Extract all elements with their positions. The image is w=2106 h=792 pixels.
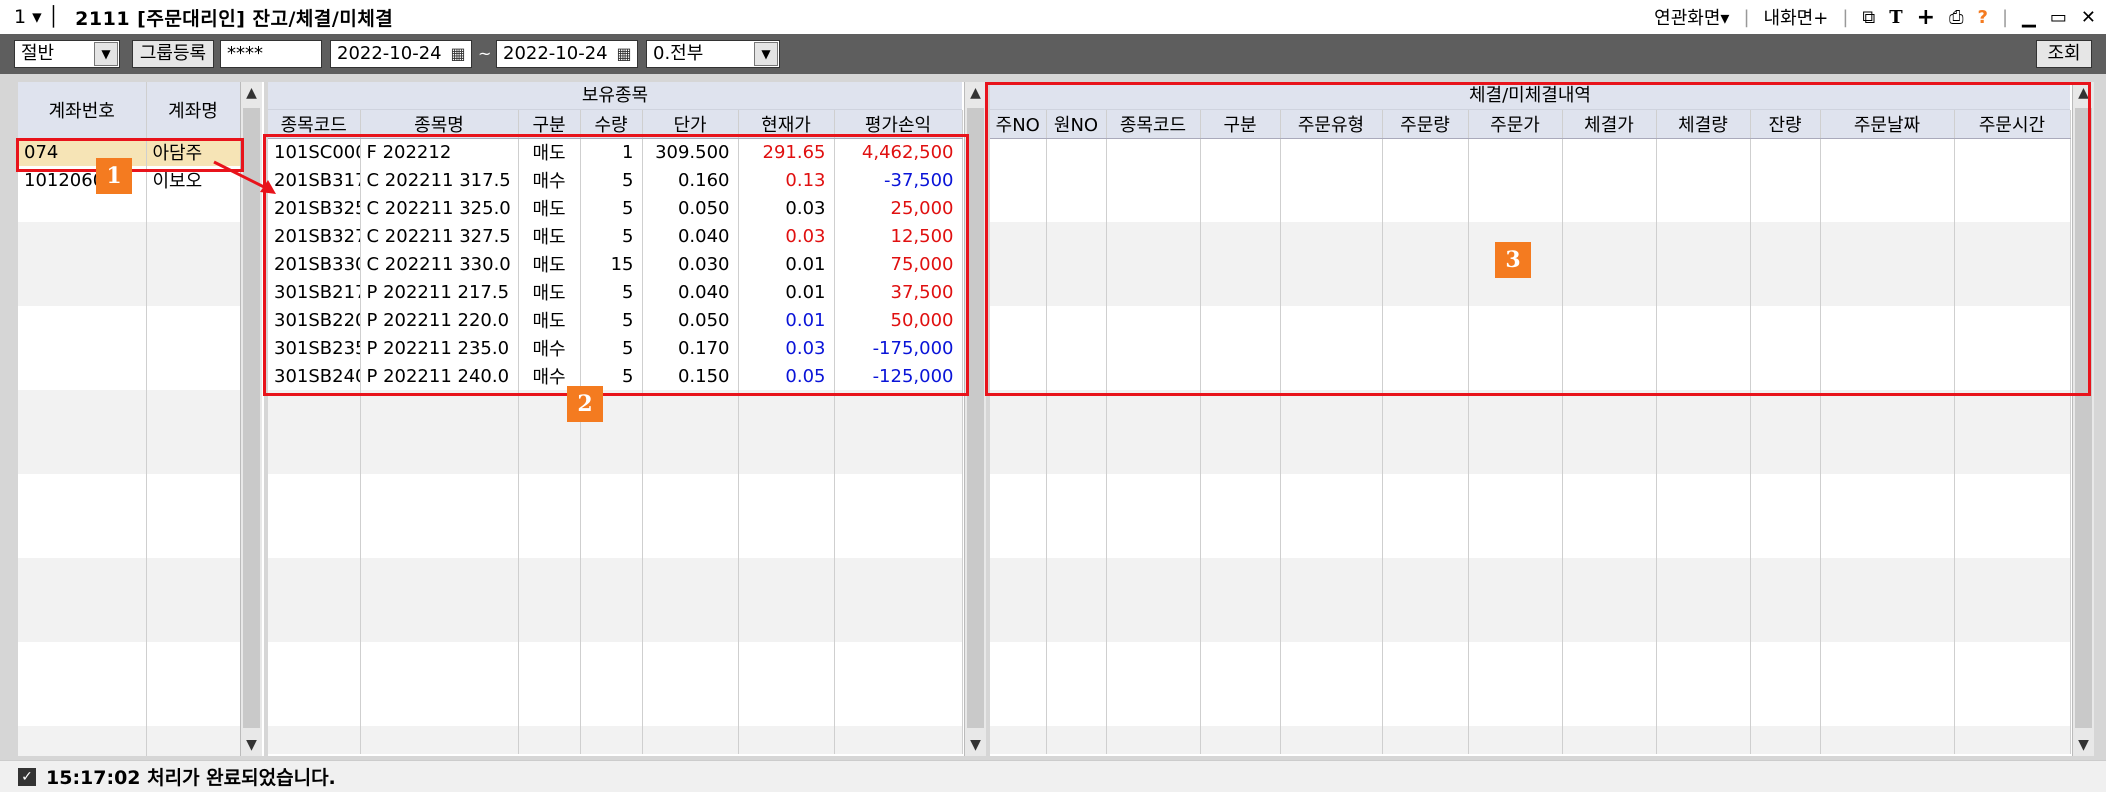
table-row[interactable] [18, 726, 241, 754]
table-row[interactable] [268, 530, 963, 558]
add-icon[interactable]: + [1917, 5, 1935, 30]
table-row[interactable] [268, 726, 963, 754]
table-row[interactable] [990, 586, 2071, 614]
table-row[interactable] [18, 278, 241, 306]
column-header[interactable]: 계좌명 [146, 82, 241, 139]
table-row[interactable] [990, 530, 2071, 558]
table-row[interactable] [18, 390, 241, 418]
date-to-field[interactable]: 2022-10-24 ▦ [496, 40, 638, 68]
table-row[interactable] [18, 642, 241, 670]
date-range-separator: ~ [478, 44, 492, 63]
holdings-title: 보유종목 [268, 82, 962, 110]
minimize-icon[interactable]: ▁ [2022, 7, 2036, 28]
table-row[interactable] [990, 670, 2071, 698]
text-size-icon[interactable]: T [1889, 7, 1902, 28]
table-row[interactable] [18, 502, 241, 530]
table-row[interactable] [268, 670, 963, 698]
title-bar: 1 ▾ │ 2111 [주문대리인] 잔고/체결/미체결 연관화면▾ | 내화면… [0, 0, 2106, 34]
status-bar: ✓ 15:17:02 처리가 완료되었습니다. [0, 760, 2106, 792]
separator: | [2001, 6, 2009, 28]
table-row[interactable] [18, 418, 241, 446]
table-row[interactable] [268, 474, 963, 502]
maximize-icon[interactable]: ▭ [2050, 7, 2067, 28]
close-icon[interactable]: ✕ [2081, 7, 2096, 28]
table-row[interactable] [268, 586, 963, 614]
filter-select[interactable]: 0.전부 ▼ [646, 40, 780, 68]
table-row[interactable] [990, 614, 2071, 642]
check-icon[interactable]: ✓ [18, 767, 36, 786]
table-row[interactable] [268, 614, 963, 642]
table-row[interactable] [990, 558, 2071, 586]
table-row[interactable] [18, 446, 241, 474]
table-row[interactable] [268, 446, 963, 474]
table-row[interactable] [18, 530, 241, 558]
separator: | [1842, 6, 1849, 28]
print-icon[interactable]: ⎙ [1949, 7, 1963, 28]
table-row[interactable] [268, 418, 963, 446]
table-row[interactable] [990, 698, 2071, 726]
scroll-up-icon[interactable]: ▲ [241, 82, 262, 104]
separator: | [1743, 6, 1750, 28]
table-row[interactable] [990, 642, 2071, 670]
screen-link-icon[interactable]: ⧉ [1862, 7, 1875, 28]
column-header[interactable]: 계좌번호 [18, 82, 147, 139]
annotation-badge-3: 3 [1495, 242, 1531, 278]
table-row[interactable] [18, 194, 241, 222]
screen-number-dropdown[interactable]: 1 ▾ │ [14, 6, 59, 28]
table-row[interactable] [18, 362, 241, 390]
chevron-down-icon[interactable]: ▼ [754, 42, 778, 66]
query-button[interactable]: 조회 [2036, 40, 2092, 68]
table-row[interactable] [990, 726, 2071, 754]
my-screen-button[interactable]: 내화면+ [1764, 4, 1829, 30]
table-row[interactable] [18, 754, 241, 756]
window-title: 2111 [주문대리인] 잔고/체결/미체결 [75, 7, 394, 30]
half-select[interactable]: 절반 ▼ [14, 40, 120, 68]
highlight-executions [985, 82, 2091, 396]
toolbar: 절반 ▼ 그룹등록 **** 2022-10-24 ▦ ~ 2022-10-24… [0, 34, 2106, 74]
table-row[interactable] [18, 222, 241, 250]
table-row[interactable] [18, 698, 241, 726]
scroll-thumb[interactable] [967, 108, 984, 728]
table-row[interactable] [268, 698, 963, 726]
table-row[interactable] [990, 502, 2071, 530]
scroll-down-icon[interactable]: ▼ [2073, 734, 2094, 756]
table-row[interactable] [990, 418, 2071, 446]
chevron-down-icon[interactable]: ▼ [94, 42, 118, 66]
group-register-button[interactable]: 그룹등록 [132, 40, 214, 68]
table-row[interactable] [18, 306, 241, 334]
scroll-down-icon[interactable]: ▼ [965, 734, 986, 756]
main-area: 계좌번호 계좌명 074 아담주 1012060 이보오 ▲ ▼ 보유종목 종목… [0, 74, 2106, 760]
calendar-icon[interactable]: ▦ [446, 42, 470, 66]
password-field[interactable]: **** [220, 40, 322, 68]
scroll-up-icon[interactable]: ▲ [965, 82, 986, 104]
scroll-thumb[interactable] [243, 108, 260, 728]
annotation-badge-2: 2 [567, 386, 603, 422]
help-icon[interactable]: ? [1978, 7, 1988, 28]
status-message: 15:17:02 처리가 완료되었습니다. [46, 767, 336, 789]
date-from-field[interactable]: 2022-10-24 ▦ [330, 40, 472, 68]
table-row[interactable] [18, 586, 241, 614]
table-row[interactable] [18, 250, 241, 278]
table-row[interactable] [990, 446, 2071, 474]
table-row[interactable] [18, 670, 241, 698]
table-row[interactable] [268, 642, 963, 670]
table-row[interactable] [18, 614, 241, 642]
table-row[interactable] [990, 474, 2071, 502]
table-row[interactable] [268, 558, 963, 586]
table-row[interactable] [268, 502, 963, 530]
highlight-holdings [263, 134, 969, 396]
annotation-badge-1: 1 [96, 158, 132, 194]
table-row[interactable] [18, 558, 241, 586]
table-row[interactable] [18, 334, 241, 362]
scroll-down-icon[interactable]: ▼ [241, 734, 262, 756]
related-screens-button[interactable]: 연관화면▾ [1654, 4, 1729, 30]
calendar-icon[interactable]: ▦ [612, 42, 636, 66]
table-row[interactable] [18, 474, 241, 502]
